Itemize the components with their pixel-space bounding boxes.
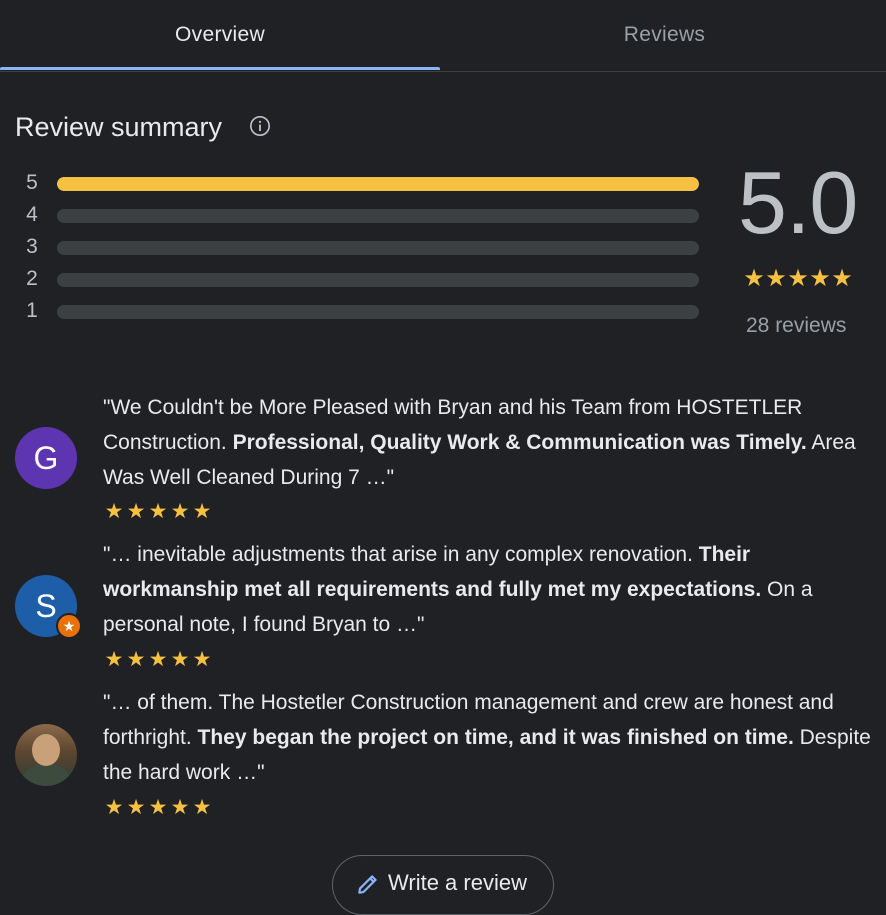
review-text: "… of them. The Hostetler Construction m… (103, 685, 878, 790)
star-icon: ★ (126, 648, 146, 671)
average-rating-stars: ★ ★ ★ ★ ★ (743, 264, 853, 293)
review-text-highlight: They began the project on time, and it w… (197, 726, 794, 749)
star-icon: ★ (743, 265, 765, 292)
rating-bar-track (57, 241, 699, 255)
star-icon: ★ (148, 648, 168, 671)
local-guide-badge-icon: ★ (56, 613, 82, 639)
star-icon: ★ (809, 265, 831, 292)
rating-bar-track (57, 209, 699, 223)
rating-bar-2[interactable]: 2 (22, 267, 702, 291)
review-summary-title: Review summary (15, 112, 223, 142)
pencil-icon (358, 875, 377, 894)
review-stars: ★ ★ ★ ★ ★ (103, 647, 213, 672)
star-icon: ★ (148, 500, 168, 523)
star-icon: ★ (148, 796, 168, 819)
avatar[interactable]: G (15, 427, 77, 489)
selected-tab-indicator (0, 67, 440, 70)
review-stars: ★ ★ ★ ★ ★ (103, 499, 213, 524)
review-text: "We Couldn't be More Pleased with Bryan … (103, 390, 878, 495)
rating-bar-label: 4 (26, 203, 38, 226)
star-icon: ★ (170, 500, 190, 523)
star-icon: ★ (787, 265, 809, 292)
rating-bar-track (57, 273, 699, 287)
rating-bar-3[interactable]: 3 (22, 235, 702, 259)
average-rating: 5.0 (738, 153, 858, 252)
star-icon: ★ (170, 648, 190, 671)
rating-bar-1[interactable]: 1 (22, 299, 702, 323)
avatar-photo[interactable] (15, 724, 77, 786)
rating-bar-5[interactable]: 5 (22, 171, 702, 195)
star-icon: ★ (765, 265, 787, 292)
tab-reviews[interactable]: Reviews (443, 0, 886, 70)
star-icon: ★ (831, 265, 853, 292)
star-icon: ★ (126, 500, 146, 523)
star-icon: ★ (192, 648, 212, 671)
review-stars: ★ ★ ★ ★ ★ (103, 795, 213, 820)
tab-bar: Overview Reviews (0, 0, 886, 72)
review-text-start: "… inevitable adjustments that arise in … (103, 543, 699, 566)
rating-bar-label: 1 (26, 299, 38, 322)
write-review-label: Write a review (388, 870, 527, 895)
avatar-photo-shirt (21, 764, 71, 786)
star-icon: ★ (104, 796, 124, 819)
avatar[interactable]: S ★ (15, 575, 82, 639)
star-icon: ★ (104, 648, 124, 671)
avatar-photo-face (32, 734, 60, 766)
avatar-letter: S (35, 587, 57, 624)
rating-bar-label: 5 (26, 171, 38, 194)
rating-bar-4[interactable]: 4 (22, 203, 702, 227)
tab-overview[interactable]: Overview (0, 0, 440, 70)
star-icon: ★ (170, 796, 190, 819)
star-icon: ★ (104, 500, 124, 523)
star-icon: ★ (192, 796, 212, 819)
review-text-highlight: Professional, Quality Work & Communicati… (232, 431, 807, 454)
info-icon[interactable] (249, 115, 271, 137)
rating-bar-track (57, 177, 699, 191)
write-review-button[interactable]: Write a review (332, 855, 554, 915)
rating-bar-track (57, 305, 699, 319)
review-count-link[interactable]: 28 reviews (746, 314, 846, 338)
star-icon: ★ (192, 500, 212, 523)
review-text: "… inevitable adjustments that arise in … (103, 537, 878, 642)
rating-bar-label: 2 (26, 267, 38, 290)
rating-bar-fill (57, 177, 699, 191)
rating-bar-label: 3 (26, 235, 38, 258)
star-icon: ★ (126, 796, 146, 819)
